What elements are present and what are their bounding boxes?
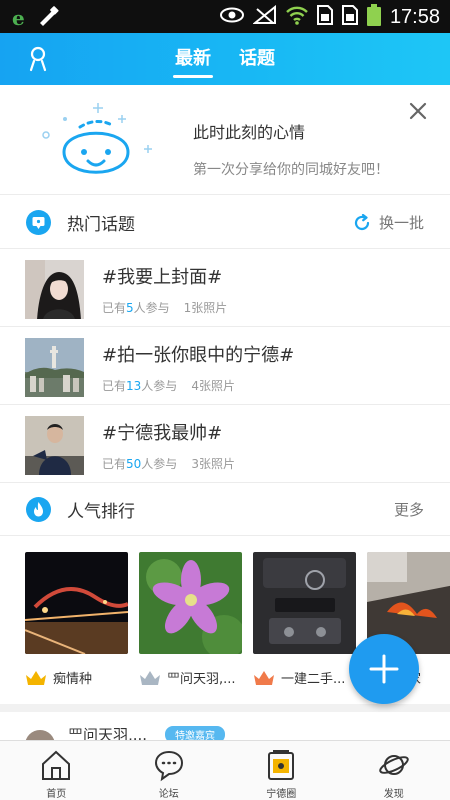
- topic-meta: 已有5人参与 1张照片: [102, 299, 227, 316]
- nav-home-label: 首页: [46, 789, 67, 800]
- close-icon[interactable]: [407, 100, 429, 122]
- tools-icon: [37, 6, 59, 30]
- topic-title: #拍一张你眼中的宁德#: [102, 345, 295, 366]
- top-tabs: 最新 话题: [0, 33, 450, 85]
- ranking-card[interactable]: 一建二手...: [253, 552, 356, 687]
- topic-participants: 已有50人参与: [102, 455, 177, 472]
- mood-title: 此时此刻的心情: [193, 123, 306, 142]
- crown-silver-icon: [140, 670, 160, 685]
- participants-suffix: 人参与: [141, 457, 178, 471]
- topic-photos: 3张照片: [191, 457, 235, 471]
- nav-home[interactable]: 首页: [0, 741, 113, 800]
- refresh-button[interactable]: 换一批: [353, 212, 424, 233]
- participants-suffix: 人参与: [133, 301, 170, 315]
- mood-subtitle: 第一次分享给你的同城好友吧！: [193, 162, 389, 178]
- refresh-icon: [354, 213, 370, 230]
- topic-row[interactable]: #我要上封面# 已有5人参与 1张照片: [0, 249, 450, 327]
- topic-thumbnail: [25, 338, 84, 397]
- ranking-username: 罒问天羽,...: [167, 672, 236, 687]
- hot-topics-header: 热门话题 换一批: [0, 195, 450, 249]
- mood-banner[interactable]: 此时此刻的心情 第一次分享给你的同城好友吧！: [0, 85, 450, 195]
- browser-e-icon: e: [12, 6, 25, 30]
- house-icon: [42, 750, 71, 780]
- topic-meta: 已有13人参与 4张照片: [102, 377, 235, 394]
- topic-participants: 已有5人参与: [102, 299, 170, 316]
- flame-icon: [26, 497, 51, 522]
- clock-time: 17:58: [389, 6, 440, 28]
- topic-participants: 已有13人参与: [102, 377, 177, 394]
- eye-icon: [219, 7, 244, 27]
- smiley-face-icon: [42, 103, 152, 174]
- nav-discover-label: 发现: [383, 789, 404, 800]
- ranking-username: 痴情种: [53, 672, 93, 687]
- participants-prefix: 已有: [102, 301, 127, 315]
- nav-forum[interactable]: 论坛: [113, 741, 226, 800]
- hot-topics-title: 热门话题: [67, 215, 135, 235]
- tab-latest[interactable]: 最新: [173, 33, 213, 85]
- participants-suffix: 人参与: [141, 379, 178, 393]
- nav-ningde-circle[interactable]: 宁德圈: [225, 741, 338, 800]
- top-bar: 最新 话题: [0, 33, 450, 85]
- participants-prefix: 已有: [102, 457, 127, 471]
- topic-title: #宁德我最帅#: [102, 423, 223, 444]
- add-post-button[interactable]: [349, 634, 419, 704]
- topic-thumbnail: [25, 260, 84, 319]
- ranking-user: 罒问天羽,...: [139, 668, 242, 687]
- chat-bubbles-icon: [154, 750, 183, 782]
- topic-photos: 4张照片: [191, 379, 235, 393]
- more-link[interactable]: 更多: [394, 499, 424, 520]
- hot-topics-icon: [26, 210, 51, 235]
- topic-title: #我要上封面#: [102, 267, 223, 288]
- ranking-photo: [253, 552, 356, 654]
- ranking-photo: [25, 552, 128, 654]
- status-bar: e 17:58: [0, 0, 450, 33]
- no-signal-icon: [252, 4, 277, 29]
- feed-post-peek[interactable]: 罒问天羽,... 特邀嘉宾: [0, 704, 450, 760]
- popularity-title: 人气排行: [67, 502, 135, 522]
- ranking-user: 一建二手...: [253, 668, 356, 687]
- participants-count: 5: [126, 301, 134, 315]
- topic-row[interactable]: #宁德我最帅# 已有50人参与 3张照片: [0, 405, 450, 483]
- nav-ningde-circle-label: 宁德圈: [266, 789, 297, 800]
- nav-discover[interactable]: 发现: [338, 741, 450, 800]
- battery-icon: [366, 4, 381, 30]
- ranking-user: 痴情种: [25, 668, 128, 687]
- topic-photos: 1张照片: [183, 301, 228, 315]
- plus-icon: [369, 654, 399, 684]
- nav-forum-label: 论坛: [158, 789, 179, 800]
- ningde-circle-icon: [268, 750, 295, 780]
- participants-count: 50: [126, 457, 142, 471]
- ranking-photo: [139, 552, 242, 654]
- bottom-nav: 首页 论坛 宁德圈 发现: [0, 740, 450, 800]
- ranking-card[interactable]: 痴情种: [25, 552, 128, 687]
- participants-prefix: 已有: [102, 379, 127, 393]
- crown-bronze-icon: [254, 670, 274, 685]
- topic-meta: 已有50人参与 3张照片: [102, 455, 235, 472]
- sim-card-icon: [316, 5, 333, 29]
- sim-card-2-icon: [341, 5, 358, 29]
- topic-thumbnail: [25, 416, 84, 475]
- ranking-username: 一建二手...: [281, 672, 346, 687]
- planet-icon: [378, 755, 409, 775]
- ranking-card[interactable]: 罒问天羽,...: [139, 552, 242, 687]
- crown-gold-icon: [26, 670, 46, 685]
- refresh-label: 换一批: [378, 214, 424, 232]
- popularity-header: 人气排行 更多: [0, 482, 450, 536]
- topic-row[interactable]: #拍一张你眼中的宁德# 已有13人参与 4张照片: [0, 327, 450, 405]
- tab-topics[interactable]: 话题: [237, 33, 277, 85]
- wifi-icon: [286, 5, 308, 29]
- participants-count: 13: [126, 379, 142, 393]
